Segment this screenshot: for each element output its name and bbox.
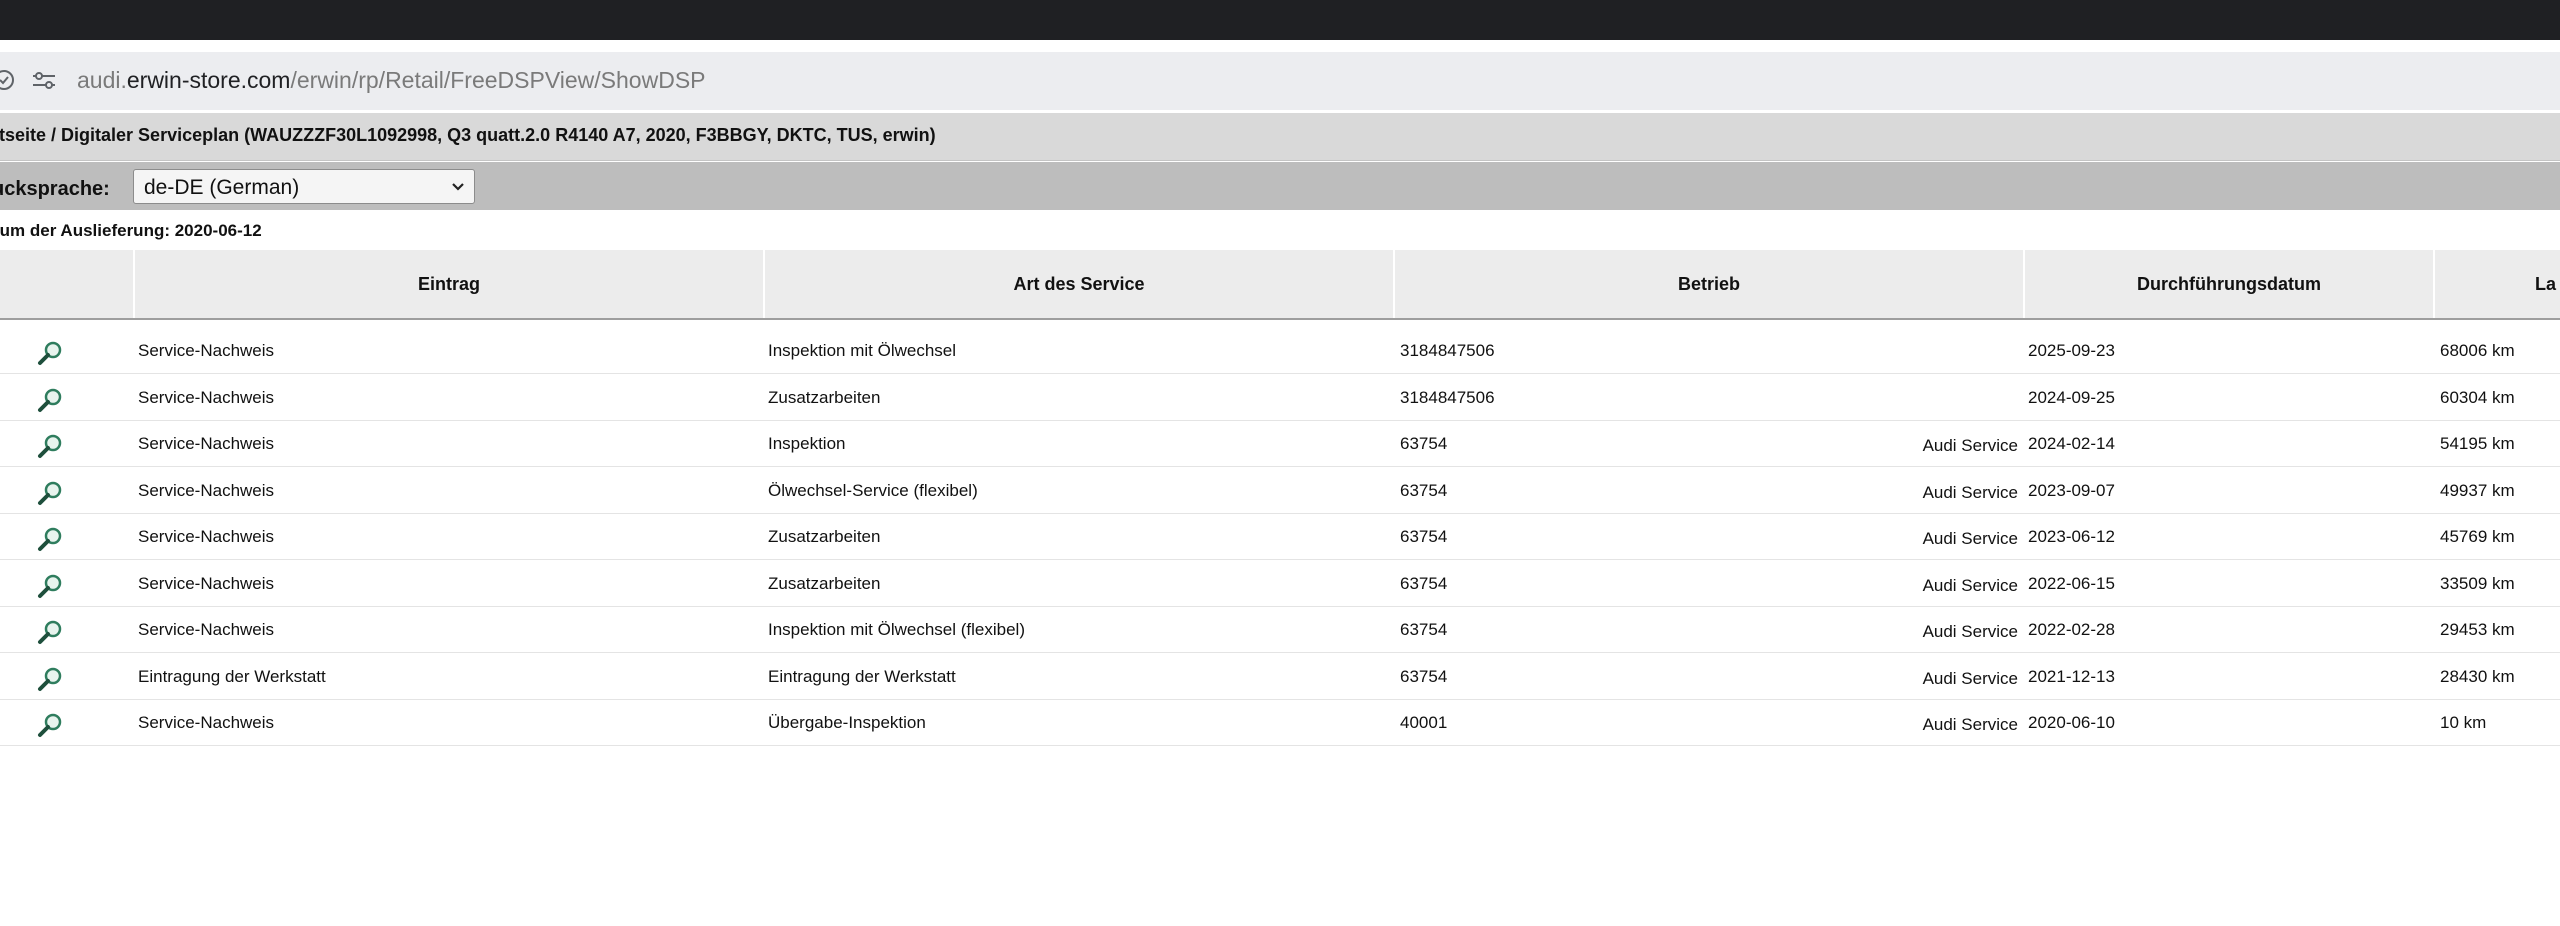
- cell-laufleistung: 49937 km: [2440, 480, 2515, 500]
- cell-datum: 2023-09-07: [2028, 480, 2115, 500]
- cell-laufleistung: 28430 km: [2440, 666, 2515, 686]
- column-header-laufleistung[interactable]: La: [2433, 250, 2560, 318]
- cell-datum: 2021-12-13: [2028, 666, 2115, 686]
- cell-eintrag: Eintragung der Werkstatt: [138, 666, 326, 686]
- cell-eintrag: Service-Nachweis: [138, 434, 275, 453]
- table-row: Service-Nachweis Zusatzarbeiten 3184847506…: [0, 375, 2560, 421]
- magnifier-icon[interactable]: [37, 525, 65, 553]
- magnifier-icon[interactable]: [37, 572, 65, 600]
- cell-datum: 2022-02-28: [2028, 620, 2115, 639]
- table-row: Service-Nachweis Inspektion mit Ölwechsel…: [0, 328, 2560, 374]
- cell-laufleistung: 33509 km: [2440, 573, 2515, 593]
- table-row: Service-Nachweis Inspektion 63754 2024-02-1…: [0, 421, 2560, 467]
- cell-laufleistung: 54195 km: [2440, 434, 2515, 453]
- cell-betrieb-name: Audi Service: [1922, 575, 2018, 595]
- url-path: /erwin/rp/Retail/FreeDSPView/ShowDSP: [290, 67, 706, 93]
- breadcrumb-bar: rtseite / Digitaler Serviceplan (WAUZZZF…: [0, 113, 2560, 161]
- cell-datum: 2023-06-12: [2028, 527, 2115, 546]
- cell-art: Eintragung der Werkstatt: [768, 666, 956, 686]
- cell-betrieb-name: Audi Service: [1922, 436, 2018, 455]
- magnifier-icon[interactable]: [37, 618, 65, 646]
- cell-betrieb-id: 3184847506: [1400, 341, 1495, 360]
- cell-art: Inspektion: [768, 434, 846, 453]
- cell-datum: 2024-09-25: [2028, 387, 2115, 407]
- cell-art: Zusatzarbeiten: [768, 527, 881, 546]
- language-selected-value: de-DE (German): [144, 176, 300, 199]
- cell-laufleistung: 68006 km: [2440, 341, 2515, 360]
- delivery-date: tum der Auslieferung: 2020-06-12: [0, 221, 262, 240]
- column-header-datum[interactable]: Durchführungsdatum: [2023, 250, 2433, 318]
- cell-betrieb-name: Audi Service: [1922, 622, 2018, 641]
- cell-art: Übergabe-Inspektion: [768, 713, 926, 732]
- cell-art: Zusatzarbeiten: [768, 387, 881, 407]
- tune-icon[interactable]: [30, 68, 58, 92]
- site-info-icon[interactable]: [0, 68, 16, 92]
- cell-betrieb-id: 63754: [1400, 573, 1448, 593]
- column-header-betrieb[interactable]: Betrieb: [1393, 250, 2023, 318]
- cell-art: Zusatzarbeiten: [768, 573, 881, 593]
- table-row: Service-Nachweis Ölwechsel-Service (flexi…: [0, 468, 2560, 514]
- cell-art: Inspektion mit Ölwechsel: [768, 341, 957, 360]
- table-row: Service-Nachweis Inspektion mit Ölwechsel…: [0, 607, 2560, 653]
- url-text[interactable]: audi.erwin-store.com/erwin/rp/Retail/Fre…: [77, 67, 706, 94]
- magnifier-icon[interactable]: [37, 432, 65, 460]
- cell-laufleistung: 29453 km: [2440, 620, 2515, 639]
- column-header-action: [0, 250, 133, 318]
- cell-art: Ölwechsel-Service (flexibel): [768, 480, 978, 500]
- table-row: Service-Nachweis Übergabe-Inspektion 40001…: [0, 700, 2560, 746]
- cell-eintrag: Service-Nachweis: [138, 480, 275, 500]
- cell-betrieb-name: Audi Service: [1922, 529, 2018, 548]
- cell-laufleistung: 45769 km: [2440, 527, 2515, 546]
- chevron-down-icon: [452, 183, 464, 191]
- cell-eintrag: Service-Nachweis: [138, 387, 275, 407]
- cell-eintrag: Service-Nachweis: [138, 527, 275, 546]
- cell-art: Inspektion mit Ölwechsel (flexibel): [768, 620, 1025, 639]
- magnifier-icon[interactable]: [37, 665, 65, 693]
- browser-title-bar: [0, 0, 2560, 40]
- cell-laufleistung: 10 km: [2440, 713, 2487, 732]
- breadcrumb: rtseite / Digitaler Serviceplan (WAUZZZF…: [0, 125, 936, 145]
- cell-betrieb-id: 63754: [1400, 527, 1448, 546]
- cell-eintrag: Service-Nachweis: [138, 341, 275, 360]
- magnifier-icon[interactable]: [37, 479, 65, 507]
- table-row: Service-Nachweis Zusatzarbeiten 63754 2022-…: [0, 561, 2560, 607]
- cell-betrieb-id: 40001: [1400, 713, 1448, 732]
- cell-betrieb-id: 63754: [1400, 480, 1448, 500]
- cell-eintrag: Service-Nachweis: [138, 620, 275, 639]
- table-header: Eintrag Art des Service Betrieb Durchfüh…: [0, 250, 2560, 320]
- cell-betrieb-name: Audi Service: [1922, 482, 2018, 502]
- language-select[interactable]: de-DE (German): [133, 169, 475, 204]
- cell-datum: 2022-06-15: [2028, 573, 2115, 593]
- cell-betrieb-name: Audi Service: [1922, 715, 2018, 734]
- cell-datum: 2025-09-23: [2028, 341, 2115, 360]
- url-prefix: audi.: [77, 67, 127, 93]
- cell-eintrag: Service-Nachweis: [138, 713, 275, 732]
- table-row: Eintragung der Werkstatt Eintragung der W…: [0, 654, 2560, 700]
- column-header-art[interactable]: Art des Service: [763, 250, 1393, 318]
- cell-eintrag: Service-Nachweis: [138, 573, 275, 593]
- magnifier-icon[interactable]: [37, 711, 65, 739]
- cell-datum: 2024-02-14: [2028, 434, 2115, 453]
- column-header-eintrag[interactable]: Eintrag: [133, 250, 763, 318]
- cell-betrieb-id: 63754: [1400, 620, 1448, 639]
- cell-datum: 2020-06-10: [2028, 713, 2115, 732]
- magnifier-icon[interactable]: [37, 339, 65, 367]
- table-row: Service-Nachweis Zusatzarbeiten 63754 2023-…: [0, 514, 2560, 560]
- language-bar: ucksprache: de-DE (German): [0, 162, 2560, 210]
- cell-betrieb-name: Audi Service: [1922, 668, 2018, 688]
- address-bar[interactable]: audi.erwin-store.com/erwin/rp/Retail/Fre…: [0, 52, 2560, 110]
- magnifier-icon[interactable]: [37, 386, 65, 414]
- url-domain: erwin-store.com: [126, 67, 291, 93]
- cell-laufleistung: 60304 km: [2440, 387, 2515, 407]
- cell-betrieb-id: 63754: [1400, 666, 1448, 686]
- cell-betrieb-id: 3184847506: [1400, 387, 1495, 407]
- language-label: ucksprache:: [0, 178, 110, 200]
- cell-betrieb-id: 63754: [1400, 434, 1448, 453]
